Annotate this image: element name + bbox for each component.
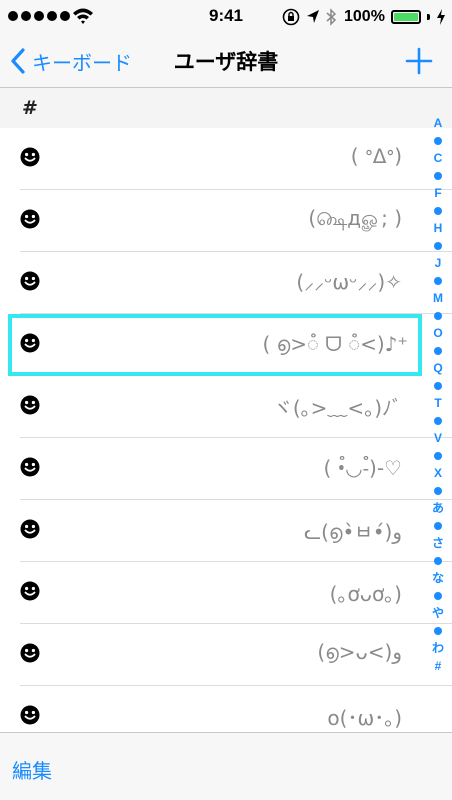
bluetooth-icon <box>326 8 336 26</box>
phrase-text: (⸝⸝ᵕωᵕ⸝⸝)✧ <box>296 270 402 294</box>
index-letter[interactable]: な <box>432 571 444 586</box>
phrase-text: ( ᐤᐃᐤ) <box>350 144 402 168</box>
index-letter[interactable]: Q <box>433 361 442 376</box>
list-item[interactable]: ヾ(｡>﹏<｡)ﾉﾞ <box>20 376 452 438</box>
index-dot[interactable] <box>434 592 442 600</box>
smiley-icon <box>20 581 40 601</box>
smiley-icon <box>20 333 40 353</box>
smiley-icon <box>20 271 40 291</box>
phrase-text: ヾ(｡>﹏<｡)ﾉﾞ <box>272 396 402 420</box>
index-letter[interactable]: C <box>434 151 443 166</box>
list-item[interactable]: (｡ơᴗơ｡) <box>20 562 452 624</box>
phrase-text: (｡ơᴗơ｡) <box>329 582 402 606</box>
list-item[interactable]: ᓚ(൭•̀ㅂ•́)و <box>20 500 452 562</box>
smiley-icon <box>20 147 40 167</box>
smiley-icon <box>20 395 40 415</box>
phrase-text: (௸дௐ; ) <box>308 206 402 230</box>
page-title: ユーザ辞書 <box>173 50 279 74</box>
index-dot[interactable] <box>434 172 442 180</box>
index-letter[interactable]: V <box>434 431 442 446</box>
index-letter[interactable]: A <box>434 116 443 131</box>
index-letter[interactable]: わ <box>432 641 444 656</box>
section-header: # <box>0 88 452 128</box>
orientation-lock-icon <box>282 8 300 26</box>
index-dot[interactable] <box>434 382 442 390</box>
list-item[interactable]: ( •ꠋ◡-ꠋ)-♡ <box>20 438 452 500</box>
navigation-bar: キーボード ユーザ辞書 <box>0 34 452 88</box>
plus-icon[interactable] <box>404 46 434 76</box>
index-letter[interactable]: T <box>434 396 441 411</box>
smiley-icon <box>20 457 40 477</box>
index-dot[interactable] <box>434 522 442 530</box>
index-dot[interactable] <box>434 487 442 495</box>
phrase-text: o(･ω･｡) <box>327 706 402 730</box>
edit-button[interactable]: 編集 <box>12 755 52 784</box>
phrase-text: ᓚ(൭•̀ㅂ•́)و <box>304 520 402 544</box>
index-dot[interactable] <box>434 452 442 460</box>
index-dot[interactable] <box>434 557 442 565</box>
location-icon <box>307 10 319 23</box>
index-dot[interactable] <box>434 312 442 320</box>
list-item-highlighted[interactable]: ( ൭>ꠋ ᗜ ꠋ<)♪⁺ <box>8 314 422 376</box>
phrase-text: ( •ꠋ◡-ꠋ)-♡ <box>323 456 402 480</box>
smiley-icon <box>20 209 40 229</box>
index-letter[interactable]: H <box>434 221 443 236</box>
battery-icon <box>390 10 421 24</box>
index-dot[interactable] <box>434 137 442 145</box>
battery-percentage: 100% <box>344 8 385 25</box>
phrase-text: (൭>ᴗ<)و <box>317 640 402 664</box>
index-letter[interactable]: # <box>435 659 442 674</box>
list-item[interactable]: (௸дௐ; ) <box>20 190 452 252</box>
list-item[interactable]: o(･ω･｡) <box>20 686 452 732</box>
charging-icon <box>436 9 445 25</box>
index-letter[interactable]: さ <box>432 536 444 551</box>
index-dot[interactable] <box>434 277 442 285</box>
smiley-icon <box>20 519 40 539</box>
index-dot[interactable] <box>434 627 442 635</box>
bottom-toolbar: 編集 <box>0 732 452 800</box>
smiley-icon <box>20 705 40 725</box>
battery-tip <box>426 14 430 20</box>
index-letter[interactable]: F <box>434 186 441 201</box>
phrase-text: ( ൭>ꠋ ᗜ ꠋ<)♪⁺ <box>262 332 408 356</box>
section-header-label: # <box>22 97 38 119</box>
index-letter[interactable]: J <box>435 256 442 271</box>
list-item[interactable]: (൭>ᴗ<)و <box>20 624 452 686</box>
index-dot[interactable] <box>434 347 442 355</box>
shortcut-list: ( ᐤᐃᐤ) (௸дௐ; ) (⸝⸝ᵕωᵕ⸝⸝)✧ ( ൭>ꠋ ᗜ ꠋ<)♪⁺ … <box>0 128 452 732</box>
index-letter[interactable]: あ <box>432 501 444 516</box>
index-letter[interactable]: O <box>433 326 442 341</box>
section-index[interactable]: A C F H J M O Q T V X あさなやわ # <box>428 116 448 716</box>
index-dot[interactable] <box>434 417 442 425</box>
list-item[interactable]: ( ᐤᐃᐤ) <box>20 128 452 190</box>
status-bar: 9:41 100% <box>0 0 452 34</box>
smiley-icon <box>20 643 40 663</box>
list-item[interactable]: (⸝⸝ᵕωᵕ⸝⸝)✧ <box>20 252 452 314</box>
index-letter[interactable]: X <box>434 466 442 481</box>
index-dot[interactable] <box>434 242 442 250</box>
index-letter[interactable]: M <box>433 291 443 306</box>
index-letter[interactable]: や <box>432 606 444 621</box>
index-dot[interactable] <box>434 207 442 215</box>
